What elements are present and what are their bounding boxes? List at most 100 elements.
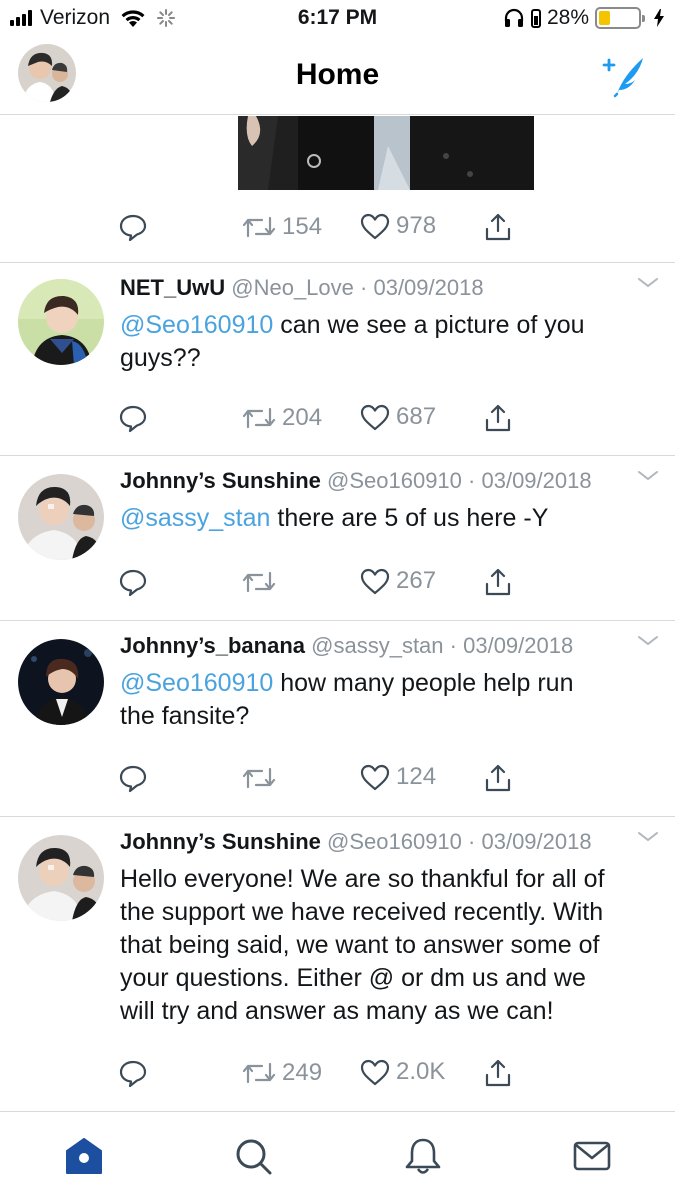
retweet-button[interactable]: 249 [242,1058,322,1088]
like-count: 267 [396,567,437,594]
separator-dot: · [449,633,457,658]
reply-button[interactable] [118,1058,148,1088]
status-bar: Verizon 6:17 PM 28% [0,0,675,38]
tweet[interactable]: NET_UwU @Neo_Love · 03/09/2018 @Seo16091… [0,262,675,455]
tweet-actions: 249 2.0K [118,1058,538,1092]
retweet-count: 154 [282,213,323,240]
share-button[interactable] [483,212,513,242]
share-icon [485,213,511,241]
tweet-text-line: the support we have received recently. W… [120,898,604,926]
share-button[interactable] [483,1058,513,1088]
mention-link[interactable]: @Seo160910 [120,311,273,339]
share-icon [485,764,511,792]
home-tab-icon[interactable] [64,1136,104,1176]
mention-link[interactable]: @Seo160910 [120,669,273,697]
tweet-text-line: Hello everyone! We are so thankful for a… [120,865,605,893]
heart-icon [360,404,390,431]
share-button[interactable] [483,567,513,597]
display-name[interactable]: NET_UwU [120,275,225,300]
tab-bar [0,1111,675,1200]
reply-button[interactable] [118,567,148,597]
retweet-count: 249 [282,1059,323,1086]
separator-dot: · [360,275,368,300]
display-name[interactable]: Johnny’s Sunshine [120,468,321,493]
reply-icon [119,765,147,793]
display-name[interactable]: Johnny’s Sunshine [120,829,321,854]
retweet-button[interactable]: 154 [242,212,322,242]
tweet-text-line: that being said, we want to answer some … [120,931,600,959]
retweet-icon [242,407,276,429]
separator-dot: · [468,829,476,854]
retweet-count: 204 [282,404,323,431]
like-button[interactable]: 2.0K [360,1058,445,1086]
like-count: 978 [396,212,437,239]
like-count: 687 [396,403,437,430]
user-avatar[interactable] [18,474,104,560]
tweet-actions: 204 687 [118,403,538,437]
like-button[interactable]: 687 [360,403,436,431]
tweet-text-line: your questions. Either @ or dm us and we [120,964,586,992]
reply-button[interactable] [118,763,148,793]
tweet-media-image[interactable] [238,116,534,190]
user-avatar[interactable] [18,639,104,725]
like-button[interactable]: 124 [360,763,436,791]
chevron-down-icon[interactable] [637,635,659,647]
chevron-down-icon[interactable] [637,831,659,843]
separator-dot: · [468,468,476,493]
share-icon [485,1059,511,1087]
tweet-text: Hello everyone! We are so thankful for a… [120,863,655,1028]
tweet-header: Johnny’s_banana @sassy_stan · 03/09/2018 [120,633,573,659]
reply-icon [119,1060,147,1088]
user-handle: @Seo160910 [327,468,462,493]
battery-fill [599,11,610,25]
tweet-date: 03/09/2018 [481,829,592,854]
tweet-actions: 267 [118,567,538,601]
user-handle: @Neo_Love [231,275,354,300]
like-button[interactable]: 267 [360,567,436,595]
tweet-text-line: can we see a picture of you [273,311,585,339]
tweet-header: NET_UwU @Neo_Love · 03/09/2018 [120,275,484,301]
like-count: 2.0K [396,1058,446,1085]
retweet-button[interactable]: 204 [242,403,322,433]
retweet-icon [242,216,276,238]
tweet-text: @Seo160910 how many people help run the … [120,667,655,733]
display-name[interactable]: Johnny’s_banana [120,633,305,658]
tweet-text-line: will try and answer as many as we can! [120,997,554,1025]
tweet-text-line: guys?? [120,344,201,372]
retweet-icon [242,571,276,593]
user-avatar[interactable] [18,835,104,921]
tweet[interactable]: Johnny’s Sunshine @Seo160910 · 03/09/201… [0,455,675,620]
reply-icon [119,569,147,597]
reply-button[interactable] [118,212,148,242]
tweet-date: 03/09/2018 [463,633,574,658]
share-icon [485,404,511,432]
reply-icon [119,405,147,433]
tweet-actions: 154 978 [118,212,538,246]
compose-tweet-icon[interactable] [601,54,647,98]
tweet-header: Johnny’s Sunshine @Seo160910 · 03/09/201… [120,829,592,855]
search-tab-icon[interactable] [233,1136,273,1176]
notifications-tab-icon[interactable] [403,1136,443,1176]
tweet-text-line: there are 5 of us here -Y [270,504,549,532]
retweet-button[interactable] [242,567,276,597]
mention-link[interactable]: @sassy_stan [120,504,270,532]
user-avatar[interactable] [18,279,104,365]
tweet[interactable]: Johnny’s_banana @sassy_stan · 03/09/2018… [0,620,675,816]
tweet[interactable]: Johnny’s Sunshine @Seo160910 · 03/09/201… [0,816,675,1111]
tweet-date: 03/09/2018 [481,468,592,493]
chevron-down-icon[interactable] [637,470,659,482]
charging-bolt-icon [654,9,664,27]
share-button[interactable] [483,763,513,793]
battery-percent: 28% [546,6,589,29]
share-button[interactable] [483,403,513,433]
reply-button[interactable] [118,403,148,433]
reply-icon [119,214,147,242]
tweet-actions: 124 [118,763,538,797]
like-button[interactable]: 978 [360,212,436,240]
battery-icon [595,7,645,29]
chevron-down-icon[interactable] [637,277,659,289]
tweet-text-line: how many people help run [273,669,574,697]
retweet-button[interactable] [242,763,276,793]
messages-tab-icon[interactable] [572,1136,612,1176]
user-handle: @sassy_stan [311,633,444,658]
